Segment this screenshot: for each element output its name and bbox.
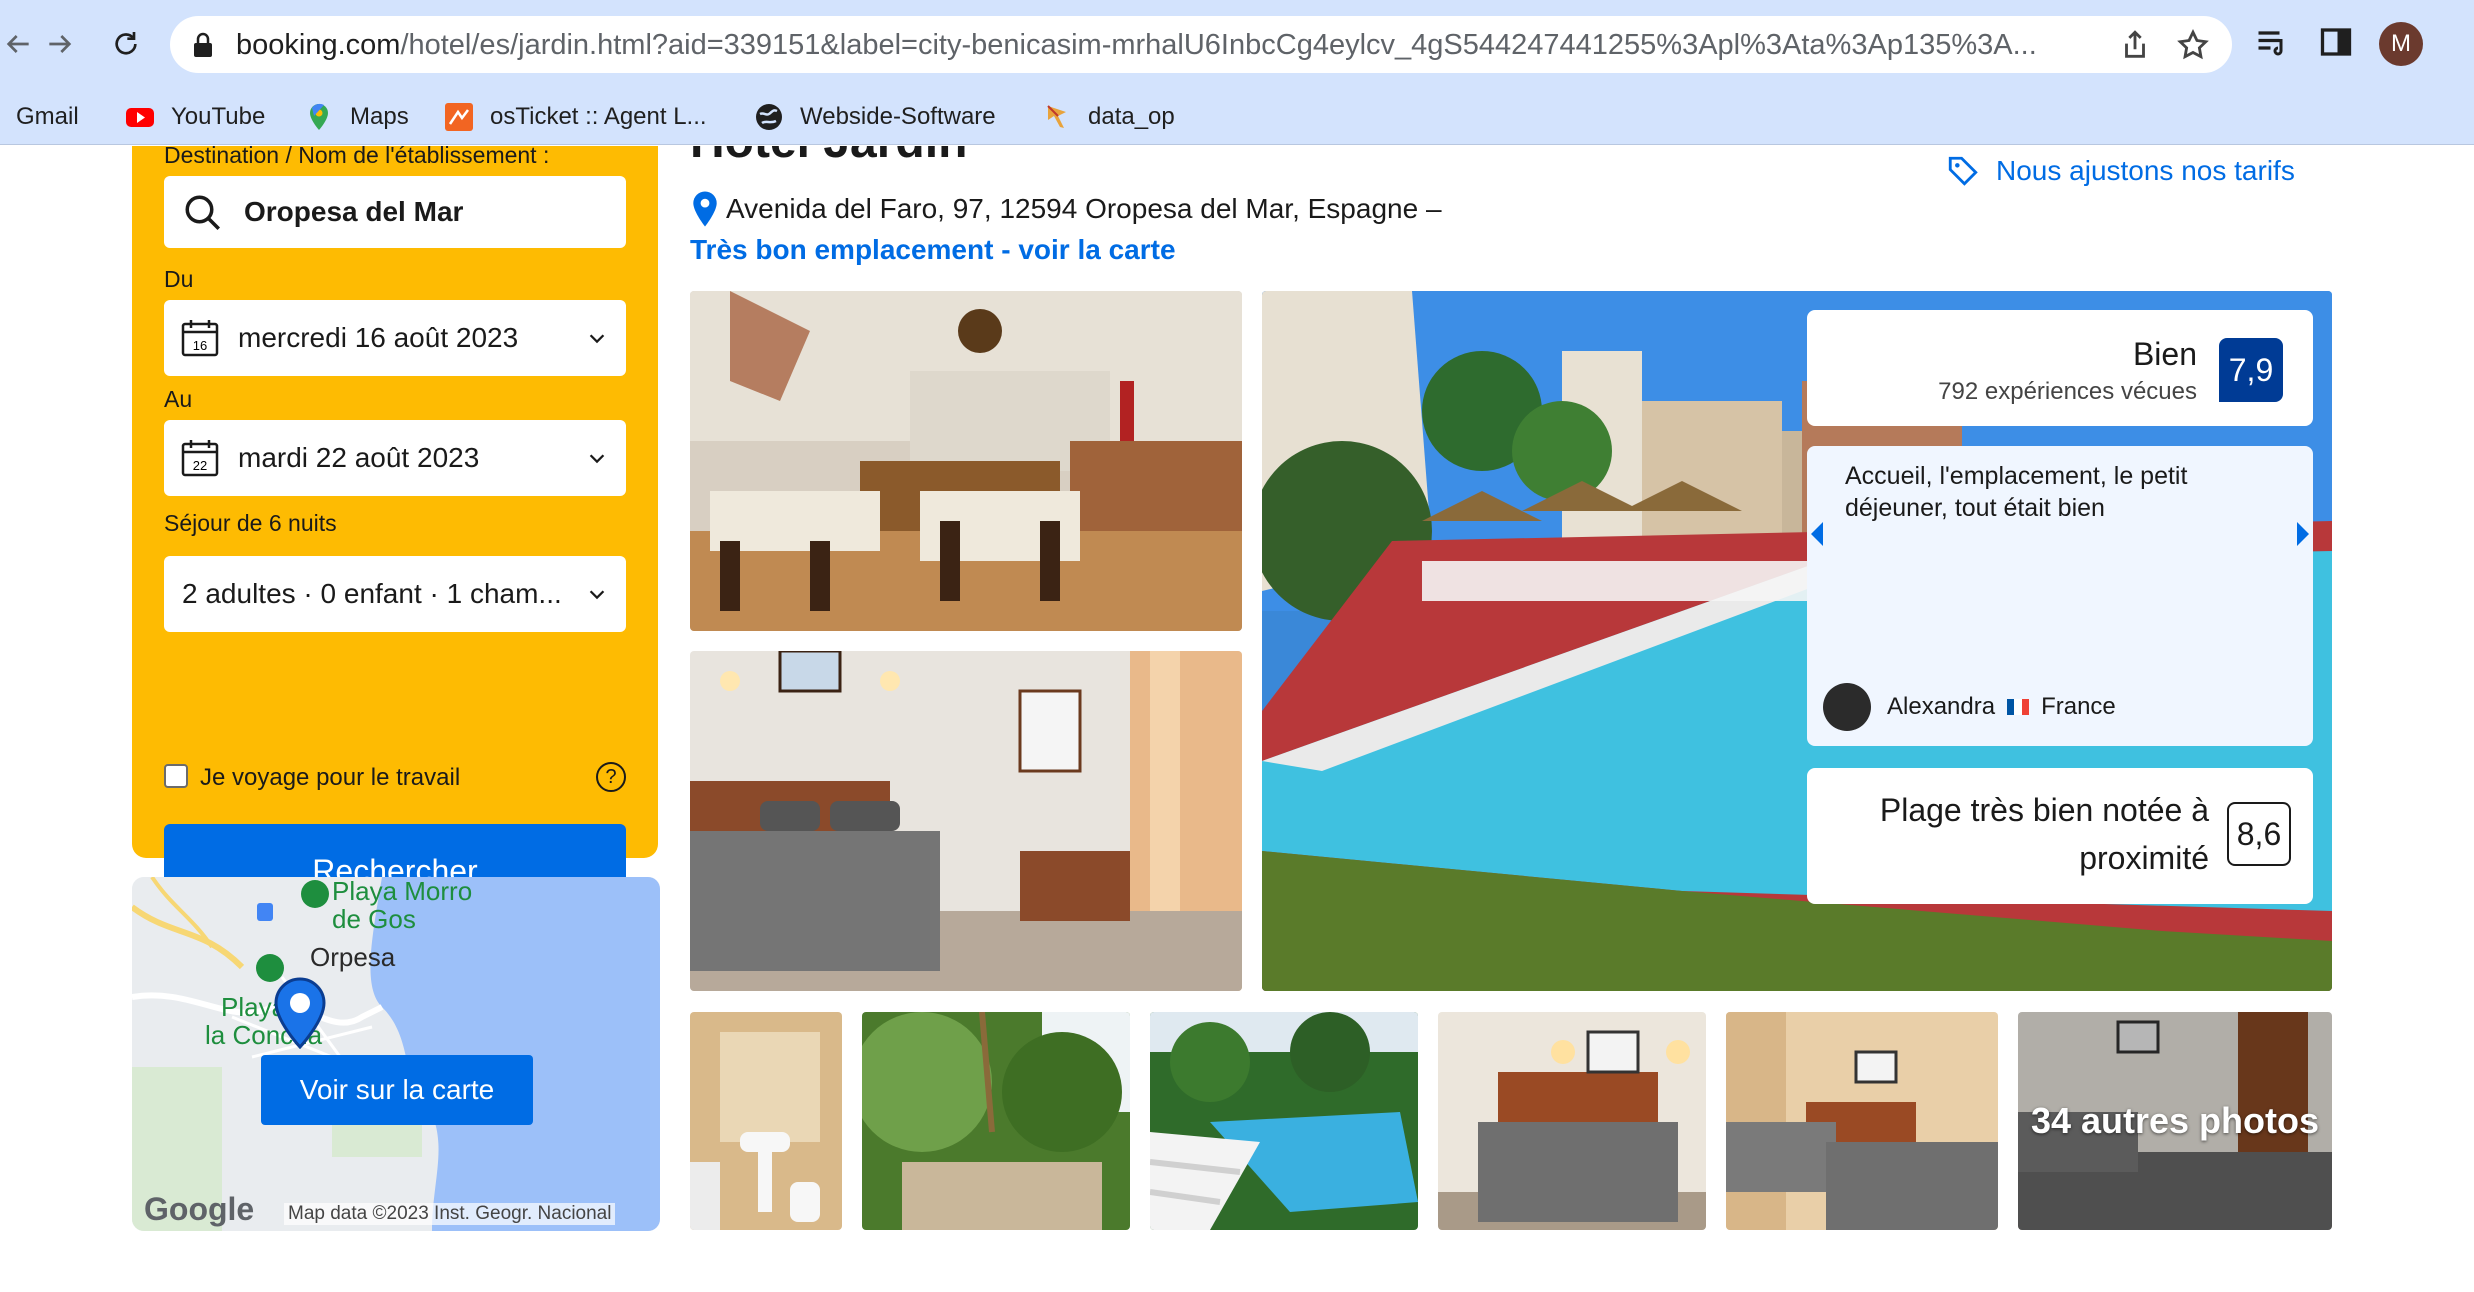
bookmark-label: Gmail: [16, 103, 79, 130]
photo-thumb-bathroom[interactable]: [690, 1012, 842, 1230]
chevron-down-icon: [589, 590, 605, 600]
lock-icon[interactable]: [192, 32, 214, 58]
reviewer-country: France: [2041, 693, 2116, 720]
france-flag-icon: [2007, 699, 2030, 715]
bookmark-maps[interactable]: Maps: [304, 99, 409, 135]
price-match-link[interactable]: Nous ajustons nos tarifs: [1946, 154, 2295, 188]
search-icon: [185, 195, 220, 230]
photo-thumb-pool[interactable]: [1150, 1012, 1418, 1230]
checkin-value: mercredi 16 août 2023: [238, 322, 519, 353]
guests-value: 2 adultes · 0 enfant · 1 cham...: [182, 578, 562, 609]
forward-arrow-icon[interactable]: [38, 22, 82, 66]
review-count: 792 expériences vécues: [1938, 378, 2197, 405]
address-bar[interactable]: booking.com/hotel/es/jardin.html?aid=339…: [170, 16, 2232, 73]
google-logo: Google: [144, 1191, 255, 1227]
reviewer-name: Alexandra: [1887, 693, 1996, 720]
photo-thumb-garden[interactable]: [862, 1012, 1130, 1230]
maps-pin-icon: [310, 103, 328, 130]
osticket-icon: [445, 103, 473, 131]
bookmark-data-op[interactable]: data_op: [1042, 99, 1175, 135]
location-map-link[interactable]: Très bon emplacement - voir la carte: [690, 234, 1176, 266]
calendar-icon: 22: [181, 440, 219, 477]
checkout-value: mardi 22 août 2023: [238, 442, 480, 473]
share-icon[interactable]: [2118, 28, 2152, 62]
chevron-down-icon: [589, 334, 605, 344]
calendar-day: 22: [193, 458, 207, 473]
bookmark-label: YouTube: [171, 103, 266, 130]
destination-input[interactable]: Oropesa del Mar: [164, 176, 626, 248]
from-label: Du: [164, 266, 194, 292]
beach-score-badge: 8,6: [2227, 802, 2291, 866]
bookmark-label: Maps: [350, 103, 409, 130]
rating-card[interactable]: Bien 792 expériences vécues 7,9: [1807, 310, 2313, 426]
checkin-date-field[interactable]: 16 mercredi 16 août 2023: [164, 300, 626, 376]
more-photos-label[interactable]: 34 autres photos: [2018, 1012, 2332, 1230]
calendar-day: 16: [193, 338, 207, 353]
beach-rating-card: Plage très bien notée à proximité 8,6: [1807, 768, 2313, 904]
booking-page: Destination / Nom de l'établissement : O…: [0, 146, 2474, 1292]
photo-thumb-bedroom-2[interactable]: [1726, 1012, 1998, 1230]
bookmark-gmail[interactable]: Gmail: [0, 99, 79, 135]
bookmark-webside-software[interactable]: Webside-Software: [754, 99, 996, 135]
address-text: Avenida del Faro, 97, 12594 Oropesa del …: [726, 193, 1442, 224]
map-label: de Gos: [332, 904, 416, 934]
rating-word: Bien: [2132, 336, 2197, 372]
work-travel-checkbox[interactable]: [164, 764, 188, 788]
back-arrow-icon[interactable]: [0, 22, 40, 66]
location-pin-icon: [693, 191, 717, 227]
destination-label: Destination / Nom de l'établissement :: [164, 146, 550, 168]
side-panel-icon[interactable]: [2318, 24, 2354, 60]
browser-toolbar: booking.com/hotel/es/jardin.html?aid=339…: [0, 0, 2474, 89]
map-attribution: Map data ©2023 Inst. Geogr. Nacional: [284, 1203, 616, 1225]
beach-rating-text: Plage très bien notée à proximité: [1879, 792, 2209, 876]
data-op-icon: [1047, 105, 1066, 128]
bookmark-label: osTicket :: Agent L...: [490, 103, 707, 130]
photo-bedroom[interactable]: [690, 651, 1242, 991]
price-tag-icon: [1948, 156, 1978, 186]
map-label: Playa Morro: [332, 877, 473, 906]
map-label: Orpesa: [310, 942, 396, 972]
reload-icon[interactable]: [104, 22, 148, 66]
bookmark-label: data_op: [1088, 103, 1175, 130]
search-panel: Destination / Nom de l'établissement : O…: [132, 146, 658, 918]
chevron-down-icon: [589, 454, 605, 464]
photo-thumb-bedroom-1[interactable]: [1438, 1012, 1706, 1230]
review-score-badge: 7,9: [2219, 338, 2283, 402]
bookmarks-bar: Gmail YouTube Maps osTicket :: Agent L..…: [0, 89, 2474, 145]
destination-value: Oropesa del Mar: [244, 196, 464, 227]
help-icon[interactable]: ?: [596, 762, 626, 792]
map-pin-icon: [274, 977, 326, 1049]
review-quote: Accueil, l'emplacement, le petit déjeune…: [1845, 462, 2188, 522]
bookmark-osticket[interactable]: osTicket :: Agent L...: [444, 99, 707, 135]
review-quote-card: Accueil, l'emplacement, le petit déjeune…: [1807, 446, 2313, 746]
youtube-icon: [126, 108, 154, 127]
guests-selector[interactable]: 2 adultes · 0 enfant · 1 cham...: [164, 556, 626, 632]
to-label: Au: [164, 386, 193, 412]
map-preview[interactable]: Playa Morro de Gos Orpesa Playa de la Co…: [132, 877, 660, 1231]
photo-dining-room[interactable]: [690, 291, 1242, 631]
hotel-address: Avenida del Faro, 97, 12594 Oropesa del …: [690, 190, 1442, 228]
calendar-icon: 16: [181, 320, 219, 357]
reviewer: Alexandra France: [1823, 682, 2116, 732]
view-map-button[interactable]: Voir sur la carte: [261, 1055, 533, 1125]
next-review-arrow-icon[interactable]: [2297, 522, 2309, 546]
hotel-title: Hotel Jardín: [690, 146, 967, 169]
bookmark-label: Webside-Software: [800, 103, 996, 130]
bookmark-star-icon[interactable]: [2176, 28, 2210, 62]
profile-avatar[interactable]: M: [2379, 22, 2423, 66]
prev-review-arrow-icon[interactable]: [1811, 522, 1823, 546]
checkout-date-field[interactable]: 22 mardi 22 août 2023: [164, 420, 626, 496]
bookmark-youtube[interactable]: YouTube: [125, 99, 265, 135]
work-travel-label[interactable]: Je voyage pour le travail: [200, 764, 460, 792]
globe-icon: [756, 104, 782, 130]
reading-list-icon[interactable]: [2254, 24, 2290, 60]
url-text[interactable]: booking.com/hotel/es/jardin.html?aid=339…: [236, 29, 2156, 62]
price-match-label: Nous ajustons nos tarifs: [1996, 155, 2295, 186]
reviewer-avatar: [1823, 683, 1871, 731]
stay-length: Séjour de 6 nuits: [164, 510, 337, 536]
